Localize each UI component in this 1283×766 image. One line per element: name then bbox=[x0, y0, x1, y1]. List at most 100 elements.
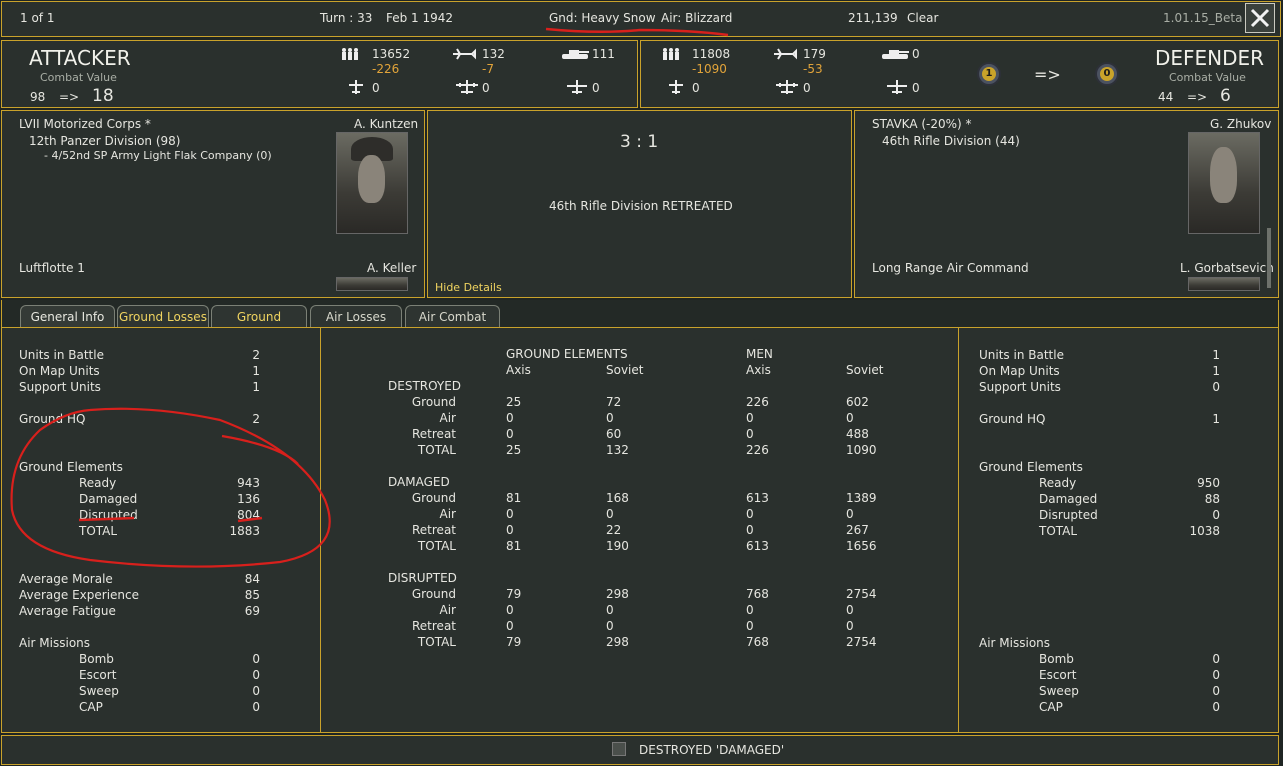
attacker-corps[interactable]: LVII Motorized Corps * bbox=[19, 117, 151, 131]
stat-label: Disrupted bbox=[1039, 508, 1098, 522]
column-divider bbox=[320, 327, 321, 733]
hide-details-link[interactable]: Hide Details bbox=[435, 281, 502, 294]
main-content bbox=[1, 327, 1279, 733]
stat-label: Average Morale bbox=[19, 572, 113, 586]
tank-icon bbox=[882, 50, 909, 59]
attacker-fighters: 0 bbox=[482, 81, 490, 95]
table-cell: 0 bbox=[606, 507, 614, 521]
stat-label: Bomb bbox=[1039, 652, 1074, 666]
attacker-division[interactable]: 12th Panzer Division (98) bbox=[29, 134, 180, 148]
stat-label: Average Fatigue bbox=[19, 604, 116, 618]
table-row-label: Ground bbox=[411, 491, 456, 505]
stat-label: Ready bbox=[79, 476, 117, 490]
stat-label: Sweep bbox=[79, 684, 119, 698]
table-cell: 0 bbox=[846, 603, 854, 617]
close-icon bbox=[1250, 8, 1270, 28]
table-row-label: TOTAL bbox=[417, 635, 456, 649]
combat-odds: 3 : 1 bbox=[620, 132, 659, 152]
table-cell: 79 bbox=[506, 587, 522, 601]
defender-fighters: 0 bbox=[803, 81, 811, 95]
table-row-label: Ground bbox=[411, 587, 456, 601]
defender-corps[interactable]: STAVKA (-20%) * bbox=[872, 117, 972, 131]
defender-air-commander[interactable]: L. Gorbatsevich bbox=[1180, 261, 1274, 275]
scrollbar[interactable] bbox=[1267, 228, 1271, 288]
defender-cv-arrow: => bbox=[1187, 90, 1208, 104]
column-divider bbox=[958, 327, 959, 733]
fighter-plane-icon bbox=[453, 48, 476, 60]
transport-plane-icon bbox=[567, 80, 587, 94]
tab-ground-losses[interactable]: Ground Losses bbox=[117, 305, 209, 327]
table-cell: 0 bbox=[506, 507, 514, 521]
section-heading: Ground Elements bbox=[19, 460, 123, 474]
stat-value: 0 bbox=[1212, 684, 1220, 698]
stat-label: Ready bbox=[1039, 476, 1077, 490]
tab-air-combat[interactable]: Air Combat bbox=[405, 305, 500, 327]
attacker-air-commander[interactable]: A. Keller bbox=[367, 261, 416, 275]
table-cell: 0 bbox=[746, 523, 754, 537]
defender-cv-before: 44 bbox=[1158, 90, 1174, 104]
defender-commander[interactable]: G. Zhukov bbox=[1210, 117, 1271, 131]
medal-arrow: => bbox=[1034, 65, 1061, 84]
stat-label: Units in Battle bbox=[19, 348, 104, 362]
destroyed-damaged-checkbox[interactable] bbox=[612, 742, 626, 756]
medal-right-value: 0 bbox=[1100, 67, 1114, 81]
table-row-label: TOTAL bbox=[417, 539, 456, 553]
defender-division[interactable]: 46th Rifle Division (44) bbox=[882, 134, 1020, 148]
table-cell: 81 bbox=[506, 491, 522, 505]
table-cell: 1090 bbox=[846, 443, 877, 457]
tab-general-info[interactable]: General Info bbox=[20, 305, 115, 327]
table-cell: 267 bbox=[846, 523, 869, 537]
table-cell: 2754 bbox=[846, 635, 877, 649]
attacker-support-unit[interactable]: - 4/52nd SP Army Light Flak Company (0) bbox=[44, 149, 272, 162]
table-cell: 768 bbox=[746, 587, 769, 601]
stat-label: Damaged bbox=[79, 492, 138, 506]
stat-value: 0 bbox=[1212, 700, 1220, 714]
stat-label: Escort bbox=[1039, 668, 1077, 682]
heavy-bomber-icon bbox=[776, 80, 798, 94]
close-button[interactable] bbox=[1245, 3, 1275, 33]
table-row-label: Retreat bbox=[412, 523, 456, 537]
destroyed-damaged-label: DESTROYED 'DAMAGED' bbox=[639, 743, 785, 757]
defender-aircraft: 179 bbox=[803, 47, 826, 61]
stat-label: Ground HQ bbox=[19, 412, 86, 426]
stat-value: 0 bbox=[252, 652, 260, 666]
stat-value: 0 bbox=[1212, 508, 1220, 522]
table-cell: 0 bbox=[746, 411, 754, 425]
stat-value: 0 bbox=[252, 668, 260, 682]
stat-label: TOTAL bbox=[1039, 524, 1078, 538]
stat-label: Sweep bbox=[1039, 684, 1079, 698]
tab-ground-combat[interactable]: Ground Combat bbox=[211, 305, 307, 346]
attacker-aircraft-loss: -7 bbox=[482, 62, 494, 76]
attacker-air-command[interactable]: Luftflotte 1 bbox=[19, 261, 85, 275]
stat-label: On Map Units bbox=[19, 364, 100, 378]
commander-portrait bbox=[1188, 132, 1260, 234]
stat-value: 136 bbox=[237, 492, 260, 506]
stat-value: 1 bbox=[1212, 412, 1220, 426]
table-row-label: Air bbox=[439, 507, 456, 521]
tab-air-losses[interactable]: Air Losses bbox=[310, 305, 402, 327]
table-cell: 602 bbox=[846, 395, 869, 409]
table-cell: 0 bbox=[746, 427, 754, 441]
defender-tanks: 0 bbox=[912, 47, 920, 61]
date-label: Feb 1 1942 bbox=[386, 11, 454, 25]
medal-icon: 0 bbox=[1095, 62, 1119, 86]
attacker-commander[interactable]: A. Kuntzen bbox=[354, 117, 418, 131]
table-section-title: DISRUPTED bbox=[388, 571, 457, 585]
table-section-title: DESTROYED bbox=[388, 379, 462, 393]
attacker-aircraft: 132 bbox=[482, 47, 505, 61]
table-row-label: Air bbox=[439, 603, 456, 617]
table-cell: 0 bbox=[746, 619, 754, 633]
attacker-cv-before: 98 bbox=[30, 90, 46, 104]
stat-value: 1 bbox=[252, 380, 260, 394]
attacker-bombers: 0 bbox=[372, 81, 380, 95]
table-cell: 25 bbox=[506, 443, 522, 457]
defender-air-command[interactable]: Long Range Air Command bbox=[872, 261, 1029, 275]
infantry-icon bbox=[342, 48, 358, 60]
table-cell: 132 bbox=[606, 443, 629, 457]
fighter-plane-icon bbox=[774, 48, 797, 60]
version-label: 1.01.15_Beta bbox=[1163, 11, 1243, 25]
stat-value: 1 bbox=[1212, 364, 1220, 378]
table-cell: 22 bbox=[606, 523, 622, 537]
table-row-label: TOTAL bbox=[417, 443, 456, 457]
table-row-label: Retreat bbox=[412, 427, 456, 441]
